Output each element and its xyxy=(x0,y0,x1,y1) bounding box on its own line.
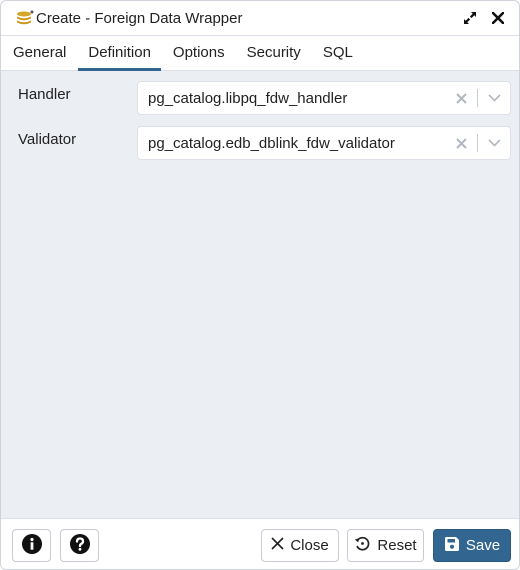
validator-row: Validator pg_catalog.edb_dblink_fdw_vali… xyxy=(1,126,519,160)
dialog-footer: Close Reset Save xyxy=(1,518,519,569)
validator-value: pg_catalog.edb_dblink_fdw_validator xyxy=(148,134,395,152)
close-icon[interactable] xyxy=(489,9,507,27)
handler-select[interactable]: pg_catalog.libpq_fdw_handler xyxy=(137,81,511,115)
tab-definition[interactable]: Definition xyxy=(78,36,161,71)
validator-select[interactable]: pg_catalog.edb_dblink_fdw_validator xyxy=(137,126,511,160)
chevron-down-icon[interactable] xyxy=(484,139,504,147)
reset-button-label: Reset xyxy=(377,537,417,554)
definition-panel: Handler pg_catalog.libpq_fdw_handler Val… xyxy=(1,71,519,518)
close-button[interactable]: Close xyxy=(261,529,339,562)
tab-bar: General Definition Options Security SQL xyxy=(1,36,519,71)
clear-icon[interactable] xyxy=(451,137,471,149)
help-button[interactable] xyxy=(60,529,99,562)
close-button-label: Close xyxy=(290,537,329,554)
handler-row: Handler pg_catalog.libpq_fdw_handler xyxy=(1,81,519,115)
close-x-icon xyxy=(271,537,284,554)
handler-label: Handler xyxy=(18,86,71,103)
info-icon xyxy=(21,533,43,559)
save-icon xyxy=(444,536,460,556)
dialog-title: Create - Foreign Data Wrapper xyxy=(36,9,243,27)
save-button-label: Save xyxy=(465,537,501,554)
select-separator xyxy=(477,89,478,107)
select-separator xyxy=(477,134,478,152)
validator-label: Validator xyxy=(18,131,77,148)
clear-icon[interactable] xyxy=(451,92,471,104)
create-foreign-data-wrapper-dialog: Create - Foreign Data Wrapper General De… xyxy=(0,0,520,570)
save-button[interactable]: Save xyxy=(433,529,511,562)
dialog-titlebar[interactable]: Create - Foreign Data Wrapper xyxy=(1,1,519,36)
expand-icon[interactable] xyxy=(461,9,479,27)
tab-security[interactable]: Security xyxy=(237,36,311,71)
chevron-down-icon[interactable] xyxy=(484,94,504,102)
info-button[interactable] xyxy=(12,529,51,562)
tab-sql[interactable]: SQL xyxy=(313,36,363,71)
database-stack-icon xyxy=(16,10,34,26)
reset-icon xyxy=(354,535,371,556)
tab-options[interactable]: Options xyxy=(163,36,235,71)
help-icon xyxy=(69,533,91,559)
handler-value: pg_catalog.libpq_fdw_handler xyxy=(148,89,348,107)
reset-button[interactable]: Reset xyxy=(347,529,424,562)
tab-general[interactable]: General xyxy=(3,36,76,71)
